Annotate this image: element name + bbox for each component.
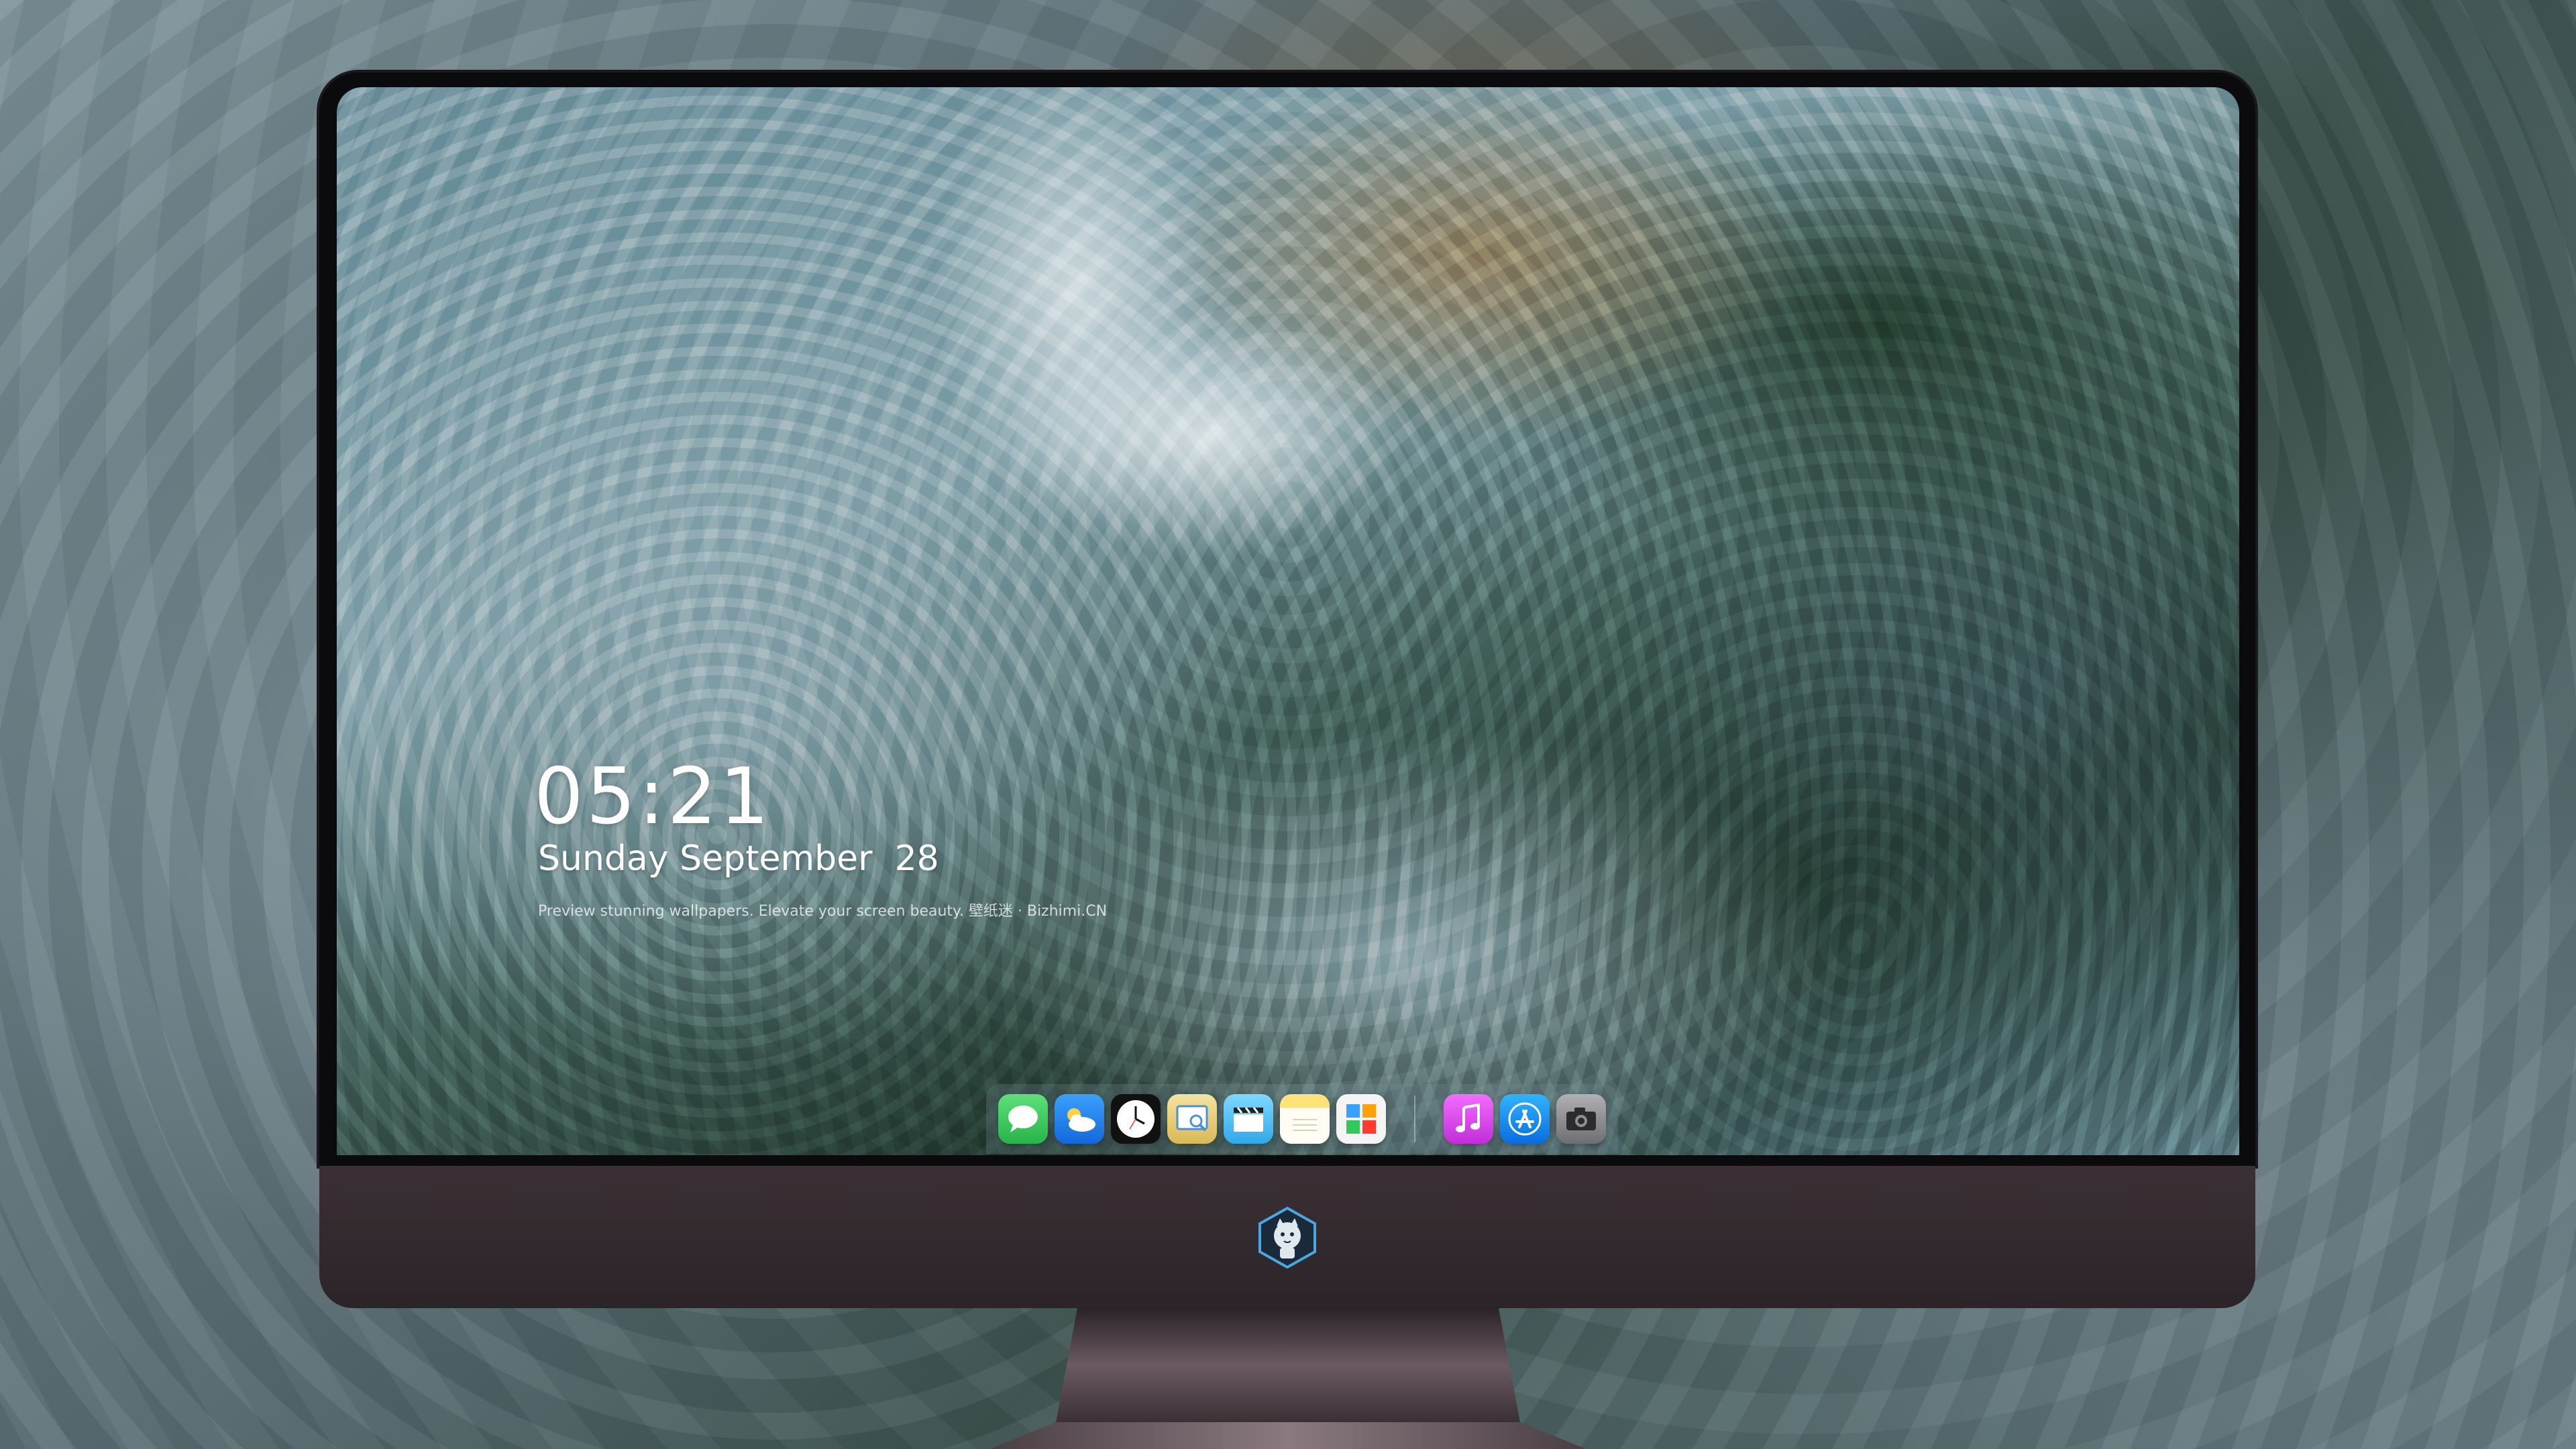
message-bubble-icon bbox=[1008, 1106, 1038, 1132]
dock-app-notes[interactable] bbox=[1280, 1094, 1330, 1144]
dock-app-app-store[interactable] bbox=[1500, 1094, 1550, 1144]
dock-app-calendar[interactable] bbox=[1336, 1094, 1386, 1144]
clapperboard-icon bbox=[1234, 1107, 1263, 1132]
monitor: 05:21 Sunday September 28 Preview stunni… bbox=[319, 72, 2255, 1308]
notes-icon bbox=[1293, 1119, 1317, 1131]
dock-app-camera[interactable] bbox=[1556, 1094, 1606, 1144]
dock bbox=[986, 1084, 1618, 1154]
calendar-grid-icon bbox=[1346, 1104, 1376, 1134]
mascot-logo-icon bbox=[1258, 1206, 1316, 1269]
desktop-screen: 05:21 Sunday September 28 Preview stunni… bbox=[337, 87, 2239, 1155]
dock-app-messages[interactable] bbox=[998, 1094, 1048, 1144]
dock-app-clock[interactable] bbox=[1111, 1094, 1161, 1144]
camera-icon bbox=[1566, 1108, 1596, 1130]
lockscreen-time: 05:21 bbox=[534, 751, 772, 842]
preview-icon bbox=[1176, 1105, 1208, 1132]
dock-separator bbox=[1414, 1095, 1415, 1142]
ocean-wallpaper bbox=[337, 87, 2239, 1155]
monitor-stand bbox=[990, 1308, 1586, 1449]
dock-app-preview[interactable] bbox=[1167, 1094, 1217, 1144]
dock-app-weather[interactable] bbox=[1055, 1094, 1104, 1144]
lockscreen-date: Sunday September 28 bbox=[538, 839, 939, 879]
app-store-icon bbox=[1508, 1102, 1542, 1136]
dock-app-clips[interactable] bbox=[1224, 1094, 1273, 1144]
music-note-icon bbox=[1456, 1103, 1480, 1132]
wallpaper-tagline: Preview stunning wallpapers. Elevate you… bbox=[538, 903, 1108, 920]
clock-icon bbox=[1117, 1100, 1155, 1138]
dock-app-itunes[interactable] bbox=[1444, 1094, 1493, 1144]
cloud-sun-icon bbox=[1067, 1108, 1095, 1132]
